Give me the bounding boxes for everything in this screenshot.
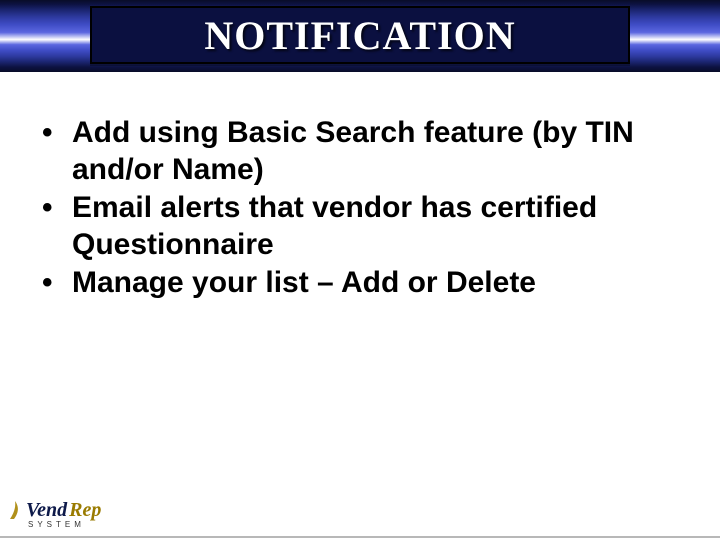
footer-rule xyxy=(0,536,720,538)
bullet-list: Add using Basic Search feature (by TIN a… xyxy=(36,115,672,302)
list-item: Manage your list – Add or Delete xyxy=(36,265,672,302)
brand-logo: VendRep SYSTEM xyxy=(8,496,118,532)
title-plate: NOTIFICATION xyxy=(90,6,630,64)
logo-text-vend: Vend xyxy=(26,499,67,522)
body-content: Add using Basic Search feature (by TIN a… xyxy=(36,115,672,304)
logo-row: VendRep xyxy=(8,499,118,522)
header-band: NOTIFICATION xyxy=(0,0,720,72)
slide: NOTIFICATION Add using Basic Search feat… xyxy=(0,0,720,540)
slide-title: NOTIFICATION xyxy=(204,12,515,59)
list-item: Add using Basic Search feature (by TIN a… xyxy=(36,115,672,188)
list-item: Email alerts that vendor has certified Q… xyxy=(36,190,672,263)
logo-subtext: SYSTEM xyxy=(28,520,118,529)
logo-text-rep: Rep xyxy=(69,499,101,522)
swoosh-icon xyxy=(8,501,24,521)
